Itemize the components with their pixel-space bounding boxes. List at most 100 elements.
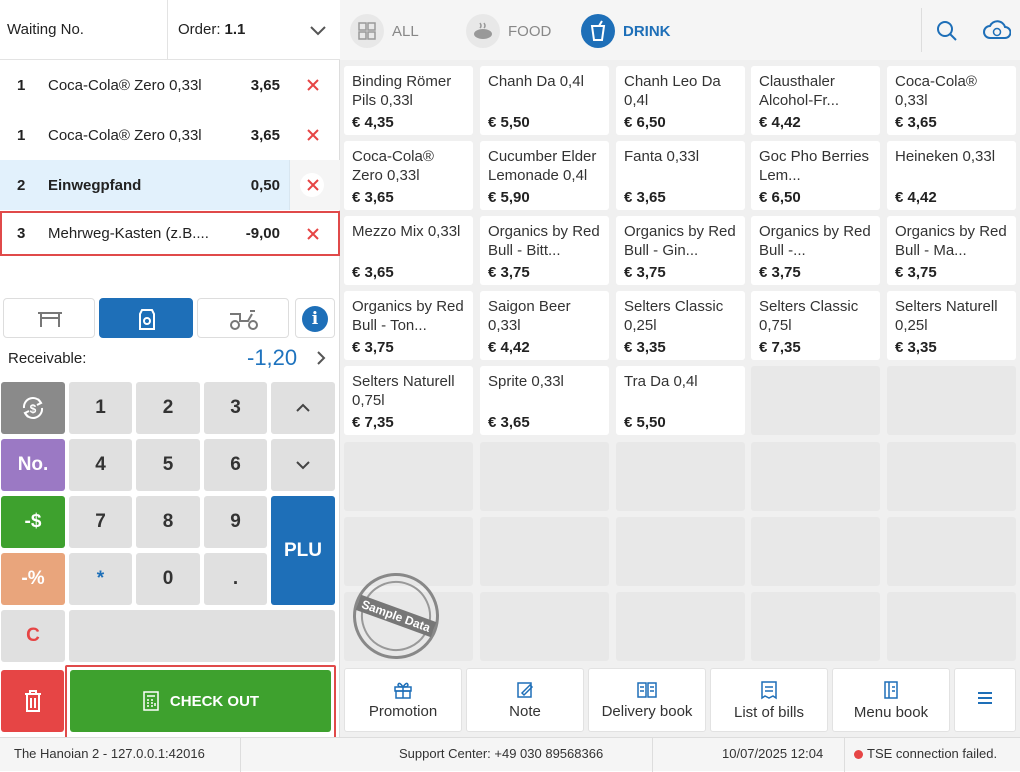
list-of-bills-label: List of bills	[733, 703, 805, 721]
note-button[interactable]: Note	[466, 668, 584, 732]
divider	[167, 0, 168, 60]
product-tile[interactable]: Organics by Red Bull -... € 3,75	[751, 216, 880, 285]
key-9[interactable]: 9	[204, 496, 267, 548]
delete-line-icon[interactable]	[304, 126, 322, 144]
key-7[interactable]: 7	[69, 496, 132, 548]
key-5[interactable]: 5	[136, 439, 200, 491]
product-tile[interactable]: Fanta 0,33l € 3,65	[616, 141, 745, 210]
exchange-button[interactable]: $	[1, 382, 65, 434]
stamp-text: Sample Data	[355, 594, 437, 638]
promotion-button[interactable]: Promotion	[344, 668, 462, 732]
product-tile[interactable]: Selters Naturell 0,25l € 3,35	[887, 291, 1016, 360]
product-name: Selters Classic 0,25l	[624, 298, 724, 334]
tab-drink[interactable]: DRINK	[581, 14, 671, 48]
product-tile[interactable]: Organics by Red Bull - Gin... € 3,75	[616, 216, 745, 285]
more-menu-button[interactable]	[954, 668, 1016, 732]
product-tile[interactable]: Tra Da 0,4l € 5,50	[616, 366, 745, 435]
product-tile[interactable]: Goc Pho Berries Lem... € 6,50	[751, 141, 880, 210]
drink-icon	[581, 14, 615, 48]
product-tile[interactable]: Organics by Red Bull - Ma... € 3,75	[887, 216, 1016, 285]
product-tile[interactable]: Saigon Beer 0,33l € 4,42	[480, 291, 609, 360]
waiting-number-field[interactable]: Waiting No.	[7, 21, 84, 38]
empty-tile	[887, 592, 1016, 661]
discount-percent-button[interactable]: -%	[1, 553, 65, 605]
hamburger-icon	[978, 692, 992, 704]
empty-tile	[887, 366, 1016, 435]
menu-book-label: Menu book	[853, 703, 929, 721]
key-3[interactable]: 3	[204, 382, 267, 434]
order-line-highlighted[interactable]: 3 Mehrweg-Kasten (z.B.... -9,00	[0, 211, 340, 256]
delivery-book-button[interactable]: Delivery book	[588, 668, 706, 732]
product-tile[interactable]: Heineken 0,33l € 4,42	[887, 141, 1016, 210]
table-icon	[38, 312, 62, 327]
product-price: € 3,75	[759, 264, 801, 281]
key-dot[interactable]: .	[204, 553, 267, 605]
tab-food[interactable]: FOOD	[466, 14, 551, 48]
product-tile[interactable]: Organics by Red Bull - Ton... € 3,75	[344, 291, 473, 360]
key-4[interactable]: 4	[69, 439, 132, 491]
key-star[interactable]: *	[69, 553, 132, 605]
svg-text:$: $	[30, 402, 37, 416]
divider	[652, 738, 653, 772]
info-button[interactable]: i	[295, 298, 335, 338]
delete-line-icon[interactable]	[304, 76, 322, 94]
product-tile[interactable]: Selters Classic 0,25l € 3,35	[616, 291, 745, 360]
product-name: Saigon Beer 0,33l	[488, 298, 571, 334]
product-tile[interactable]: Organics by Red Bull - Bitt... € 3,75	[480, 216, 609, 285]
key-2[interactable]: 2	[136, 382, 200, 434]
checkout-button[interactable]: CHECK OUT	[70, 670, 331, 732]
product-price: € 6,50	[624, 114, 666, 131]
product-tile[interactable]: Clausthaler Alcohol-Fr... € 4,42	[751, 66, 880, 135]
note-icon	[517, 681, 534, 698]
product-tile[interactable]: Mezzo Mix 0,33l € 3,65	[344, 216, 473, 285]
delete-order-button[interactable]	[1, 670, 64, 732]
dine-in-button[interactable]	[3, 298, 95, 338]
cloud-sync-icon[interactable]	[983, 19, 1011, 41]
product-tile[interactable]: Coca-Cola® 0,33l € 3,65	[887, 66, 1016, 135]
menu-book-button[interactable]: Menu book	[832, 668, 950, 732]
arrow-down-button[interactable]	[271, 439, 335, 491]
product-name: Coca-Cola® 0,33l	[895, 73, 977, 109]
key-1[interactable]: 1	[69, 382, 132, 434]
search-icon[interactable]	[936, 20, 958, 42]
product-tile[interactable]: Binding Römer Pils 0,33l € 4,35	[344, 66, 473, 135]
delivery-button[interactable]	[197, 298, 289, 338]
tab-all[interactable]: ALL	[350, 14, 419, 48]
number-button[interactable]: No.	[1, 439, 65, 491]
order-line-selected[interactable]: 2 Einwegpfand 0,50	[0, 160, 340, 210]
line-qty: 3	[17, 225, 26, 242]
divider	[844, 738, 845, 772]
product-tile[interactable]: Chanh Da 0,4l € 5,50	[480, 66, 609, 135]
delete-line-icon[interactable]	[304, 225, 322, 243]
empty-tile	[751, 366, 880, 435]
key-8[interactable]: 8	[136, 496, 200, 548]
chevron-down-icon[interactable]	[308, 20, 328, 40]
tab-drink-label: DRINK	[623, 22, 671, 40]
product-price: € 4,42	[759, 114, 801, 131]
chevron-right-icon[interactable]	[314, 349, 328, 367]
key-0[interactable]: 0	[136, 553, 200, 605]
product-price: € 4,42	[488, 339, 530, 356]
takeaway-button[interactable]	[99, 298, 193, 338]
plu-button[interactable]: PLU	[271, 496, 335, 605]
order-line[interactable]: 1 Coca-Cola® Zero 0,33l 3,65	[0, 60, 340, 110]
promotion-label: Promotion	[368, 702, 438, 720]
arrow-up-button[interactable]	[271, 382, 335, 434]
delete-line-icon[interactable]	[304, 176, 322, 194]
product-tile[interactable]: Chanh Leo Da 0,4l € 6,50	[616, 66, 745, 135]
line-name: Coca-Cola® Zero 0,33l	[48, 126, 202, 144]
book-list-icon	[637, 681, 657, 698]
list-of-bills-button[interactable]: List of bills	[710, 668, 828, 732]
product-tile[interactable]: Cucumber Elder Lemonade 0,4l € 5,90	[480, 141, 609, 210]
gift-icon	[394, 682, 412, 699]
product-name: Mezzo Mix 0,33l	[352, 223, 461, 240]
order-line[interactable]: 1 Coca-Cola® Zero 0,33l 3,65	[0, 110, 340, 160]
discount-amount-button[interactable]: -$	[1, 496, 65, 548]
tse-status: TSE connection failed.	[867, 746, 998, 761]
clear-button[interactable]: C	[1, 610, 65, 662]
product-tile[interactable]: Coca-Cola® Zero 0,33l € 3,65	[344, 141, 473, 210]
key-6[interactable]: 6	[204, 439, 267, 491]
product-tile[interactable]: Selters Naturell 0,75l € 7,35	[344, 366, 473, 435]
product-tile[interactable]: Sprite 0,33l € 3,65	[480, 366, 609, 435]
product-tile[interactable]: Selters Classic 0,75l € 7,35	[751, 291, 880, 360]
